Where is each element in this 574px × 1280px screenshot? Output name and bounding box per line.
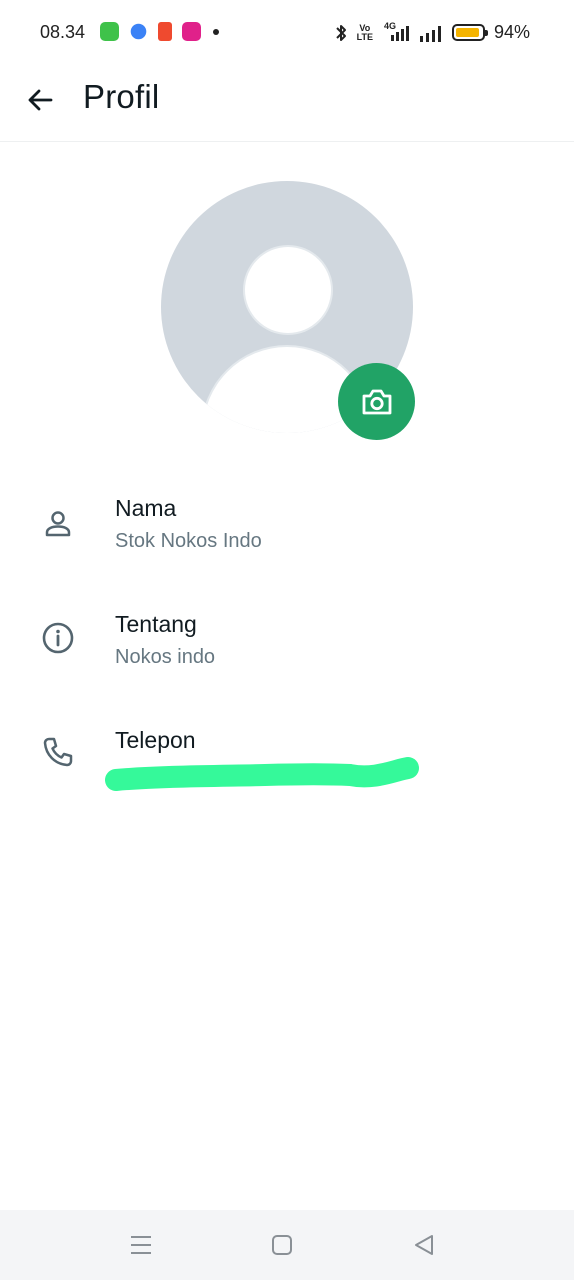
back-triangle-icon bbox=[415, 1235, 433, 1255]
phone-icon bbox=[38, 732, 78, 772]
name-label: Nama bbox=[115, 495, 177, 521]
more-dot-icon bbox=[213, 28, 219, 35]
phone-row: Telepon bbox=[0, 722, 574, 822]
notification-icons bbox=[100, 22, 219, 41]
menu-icon bbox=[131, 1236, 151, 1254]
signal-icon bbox=[419, 25, 441, 42]
volte-icon: Vo LTE bbox=[356, 23, 373, 42]
name-value: Stok Nokos Indo bbox=[115, 530, 262, 552]
back-button[interactable] bbox=[18, 78, 62, 122]
page-title: Profil bbox=[83, 78, 160, 115]
status-time: 08.34 bbox=[40, 22, 86, 42]
home-button[interactable] bbox=[267, 1230, 297, 1260]
info-icon bbox=[38, 618, 78, 658]
system-nav-bar bbox=[0, 1210, 574, 1280]
status-bar: 08.34 Vo LTE 4G 94% bbox=[0, 0, 574, 66]
app-icon-green bbox=[100, 22, 119, 41]
about-label: Tentang bbox=[115, 611, 197, 637]
home-square-icon bbox=[272, 1235, 292, 1255]
profile-photo[interactable] bbox=[161, 181, 415, 440]
recent-apps-button[interactable] bbox=[126, 1230, 156, 1260]
system-back-button[interactable] bbox=[409, 1230, 439, 1260]
battery-fill bbox=[455, 28, 480, 37]
profile-screen: 08.34 Vo LTE 4G 94% Profil Nama Stok Nok… bbox=[0, 0, 574, 1280]
about-row[interactable]: Tentang Nokos indo bbox=[0, 606, 574, 706]
app-icon-pink bbox=[182, 22, 201, 41]
app-icon-blue bbox=[130, 23, 147, 40]
app-bar: Profil bbox=[0, 66, 574, 142]
volte-bottom-label: LTE bbox=[356, 31, 373, 42]
signal-4g-icon: 4G bbox=[382, 21, 410, 43]
arrow-left-icon bbox=[28, 89, 53, 111]
avatar-head bbox=[245, 247, 331, 333]
status-icons: Vo LTE 4G 94% bbox=[334, 21, 530, 43]
bluetooth-icon bbox=[335, 24, 346, 41]
change-photo-button[interactable] bbox=[338, 363, 415, 440]
battery-icon bbox=[451, 24, 488, 41]
camera-icon bbox=[362, 389, 391, 414]
person-icon bbox=[38, 504, 78, 544]
app-icon-orange bbox=[158, 22, 172, 41]
battery-percent: 94% bbox=[493, 22, 530, 42]
phone-number-redaction bbox=[105, 757, 419, 791]
name-row[interactable]: Nama Stok Nokos Indo bbox=[0, 490, 574, 590]
about-value: Nokos indo bbox=[115, 646, 216, 668]
